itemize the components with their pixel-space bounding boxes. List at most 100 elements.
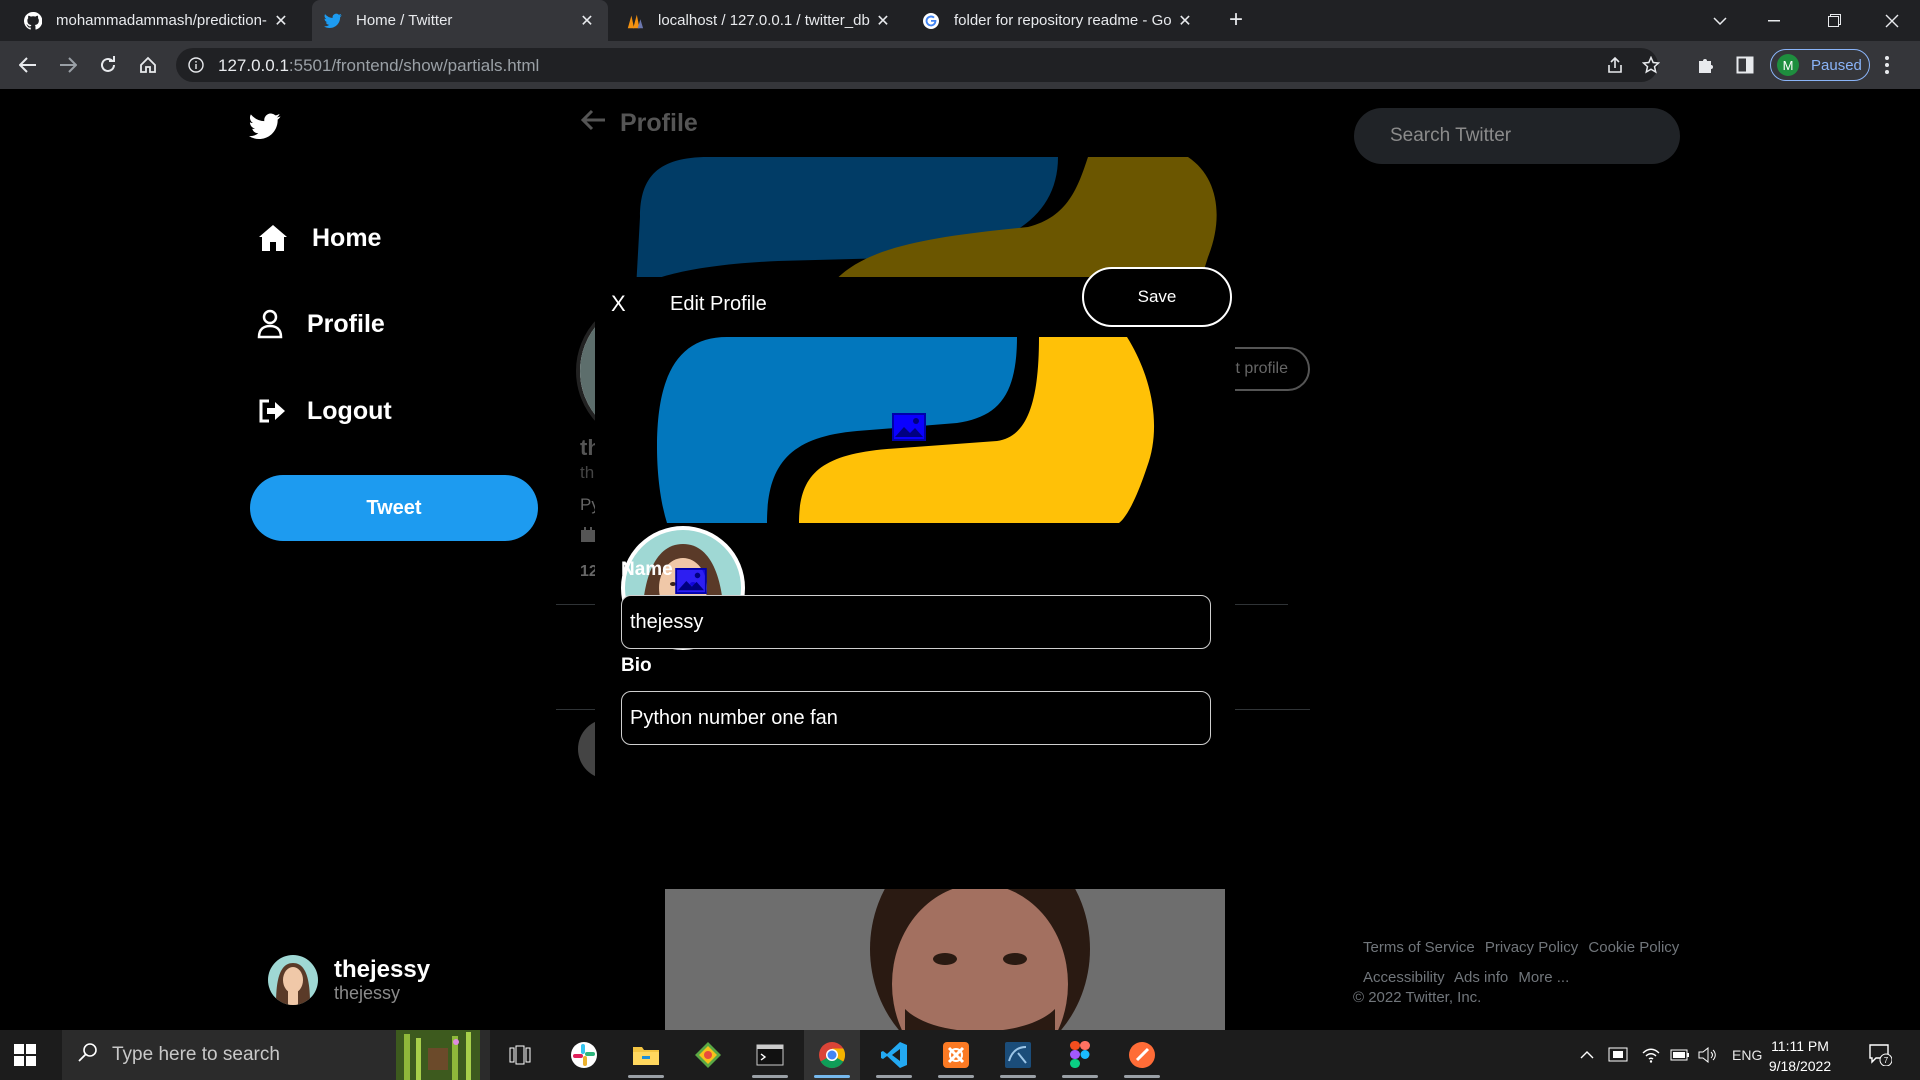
slack-app-icon[interactable] [556, 1030, 612, 1080]
avatar [268, 955, 318, 1005]
address-bar[interactable]: 127.0.0.1:5501/frontend/show/partials.ht… [176, 48, 1661, 82]
battery-icon[interactable] [1670, 1030, 1690, 1080]
extensions-puzzle-icon[interactable] [1696, 56, 1714, 79]
edit-profile-modal: X Edit Profile Save Name thejessy Bio Py… [595, 267, 1235, 889]
github-icon [24, 11, 42, 30]
reload-icon[interactable] [92, 49, 124, 81]
sidebar-item-label: Home [312, 223, 382, 252]
user-handle: thejessy [334, 983, 401, 1003]
task-view-icon[interactable] [492, 1030, 548, 1080]
current-user-card[interactable]: thejessy thejessy [268, 955, 430, 1005]
git-app-icon[interactable] [680, 1030, 736, 1080]
tweet-button[interactable]: Tweet [250, 475, 538, 541]
home-button-icon[interactable] [132, 49, 164, 81]
taskbar-search-placeholder: Type here to search [112, 1044, 280, 1065]
add-photo-icon[interactable] [675, 568, 709, 596]
profile-handle-fragment: th [580, 463, 595, 482]
forward-arrow-icon[interactable] [52, 49, 84, 81]
search-input[interactable]: Search Twitter [1354, 108, 1680, 164]
notification-count: 7 [1884, 1056, 1889, 1065]
modal-header: X Edit Profile Save [595, 267, 1235, 337]
file-explorer-icon[interactable] [618, 1030, 674, 1080]
restore-button[interactable] [1806, 0, 1862, 41]
bio-label: Bio [621, 655, 652, 676]
url-text: 127.0.0.1:5501/frontend/show/partials.ht… [218, 56, 539, 76]
save-button[interactable]: Save [1082, 267, 1232, 327]
profile-avatar: M [1777, 54, 1799, 76]
bio-field[interactable] [621, 691, 1211, 745]
taskbar-search-input[interactable]: Type here to search [62, 1030, 490, 1080]
twitter-logo-icon[interactable] [249, 113, 281, 145]
close-modal-button[interactable]: X [611, 291, 626, 317]
sidebar-item-label: Logout [307, 396, 392, 425]
page-title: Profile [620, 109, 698, 137]
sidebar-item-label: Profile [307, 309, 385, 338]
home-icon [256, 221, 290, 255]
sidebar-item-home[interactable]: Home [256, 221, 381, 255]
tab-title: folder for repository readme - Go [954, 12, 1172, 29]
banner-image-upload[interactable] [657, 337, 1157, 523]
footer-links: Terms of Service Privacy Policy Cookie P… [1363, 933, 1703, 993]
browser-profile-chip[interactable]: M Paused [1770, 49, 1870, 81]
add-photo-icon[interactable] [892, 413, 926, 441]
browser-menu-icon[interactable] [1885, 56, 1889, 79]
footer-link-cookie[interactable]: Cookie Policy [1588, 939, 1679, 956]
browser-tab-twitter[interactable]: Home / Twitter ✕ [312, 0, 608, 41]
system-clock[interactable]: 11:11 PM 9/18/2022 [1762, 1036, 1838, 1076]
share-icon[interactable] [1606, 56, 1624, 79]
back-arrow-icon[interactable] [580, 109, 606, 138]
browser-tab-github[interactable]: mohammadammash/prediction- ✕ [12, 0, 302, 41]
windows-taskbar: Type here to search ENG 11:11 PM 9/18/20… [0, 1030, 1920, 1080]
postman-app-icon[interactable] [1114, 1030, 1170, 1080]
calendar-icon [580, 527, 596, 548]
browser-tab-google[interactable]: folder for repository readme - Go ✕ [910, 0, 1206, 41]
show-hidden-icons[interactable] [1580, 1030, 1594, 1080]
tab-close-icon[interactable]: ✕ [272, 11, 290, 31]
footer-link-accessibility[interactable]: Accessibility [1363, 969, 1445, 986]
volume-icon[interactable] [1698, 1030, 1718, 1080]
bookmark-star-icon[interactable] [1641, 55, 1661, 79]
sidebar-item-profile[interactable]: Profile [253, 307, 385, 341]
figma-app-icon[interactable] [1052, 1030, 1108, 1080]
wifi-icon[interactable] [1642, 1030, 1660, 1080]
google-icon [922, 12, 940, 30]
footer-link-privacy[interactable]: Privacy Policy [1485, 939, 1578, 956]
browser-tab-strip: mohammadammash/prediction- ✕ Home / Twit… [0, 0, 1920, 41]
tweet-photo [665, 889, 1225, 1030]
tab-search-icon[interactable] [1692, 0, 1748, 41]
modal-title: Edit Profile [670, 293, 767, 315]
new-tab-button[interactable]: + [1222, 6, 1250, 34]
tray-app-icon[interactable] [1608, 1030, 1628, 1080]
footer-link-more[interactable]: More ... [1518, 969, 1569, 986]
terminal-icon[interactable] [742, 1030, 798, 1080]
tab-close-icon[interactable]: ✕ [874, 11, 892, 31]
tab-close-icon[interactable]: ✕ [578, 11, 596, 31]
windows-start-icon[interactable] [14, 1044, 36, 1071]
back-arrow-icon[interactable] [12, 49, 44, 81]
footer-link-terms[interactable]: Terms of Service [1363, 939, 1475, 956]
notification-center-icon[interactable]: 7 [1868, 1042, 1893, 1071]
side-panel-icon[interactable] [1736, 56, 1754, 79]
xampp-app-icon[interactable] [928, 1030, 984, 1080]
user-display-name: thejessy [334, 956, 431, 983]
sidebar-item-logout[interactable]: Logout [255, 394, 392, 428]
tab-close-icon[interactable]: ✕ [1176, 11, 1194, 31]
input-language[interactable]: ENG [1732, 1030, 1762, 1080]
close-window-button[interactable] [1864, 0, 1920, 41]
profile-page-header: Profile [580, 109, 698, 138]
tab-title: mohammadammash/prediction- [56, 12, 267, 29]
browser-tab-phpmyadmin[interactable]: localhost / 127.0.0.1 / twitter_db ✕ [614, 0, 904, 41]
minimize-button[interactable] [1746, 0, 1802, 41]
mysql-workbench-icon[interactable] [990, 1030, 1046, 1080]
name-field[interactable] [621, 595, 1211, 649]
url-host: 127.0.0.1 [218, 56, 289, 75]
chrome-app-icon[interactable] [804, 1030, 860, 1080]
site-info-icon[interactable] [188, 57, 204, 78]
clock-time: 11:11 PM [1771, 1038, 1829, 1054]
vscode-app-icon[interactable] [866, 1030, 922, 1080]
tab-title: localhost / 127.0.0.1 / twitter_db [658, 12, 870, 29]
name-label: Name [621, 559, 673, 580]
clock-date: 9/18/2022 [1768, 1058, 1832, 1074]
profile-status: Paused [1811, 56, 1862, 74]
footer-link-ads-info[interactable]: Ads info [1454, 969, 1508, 986]
